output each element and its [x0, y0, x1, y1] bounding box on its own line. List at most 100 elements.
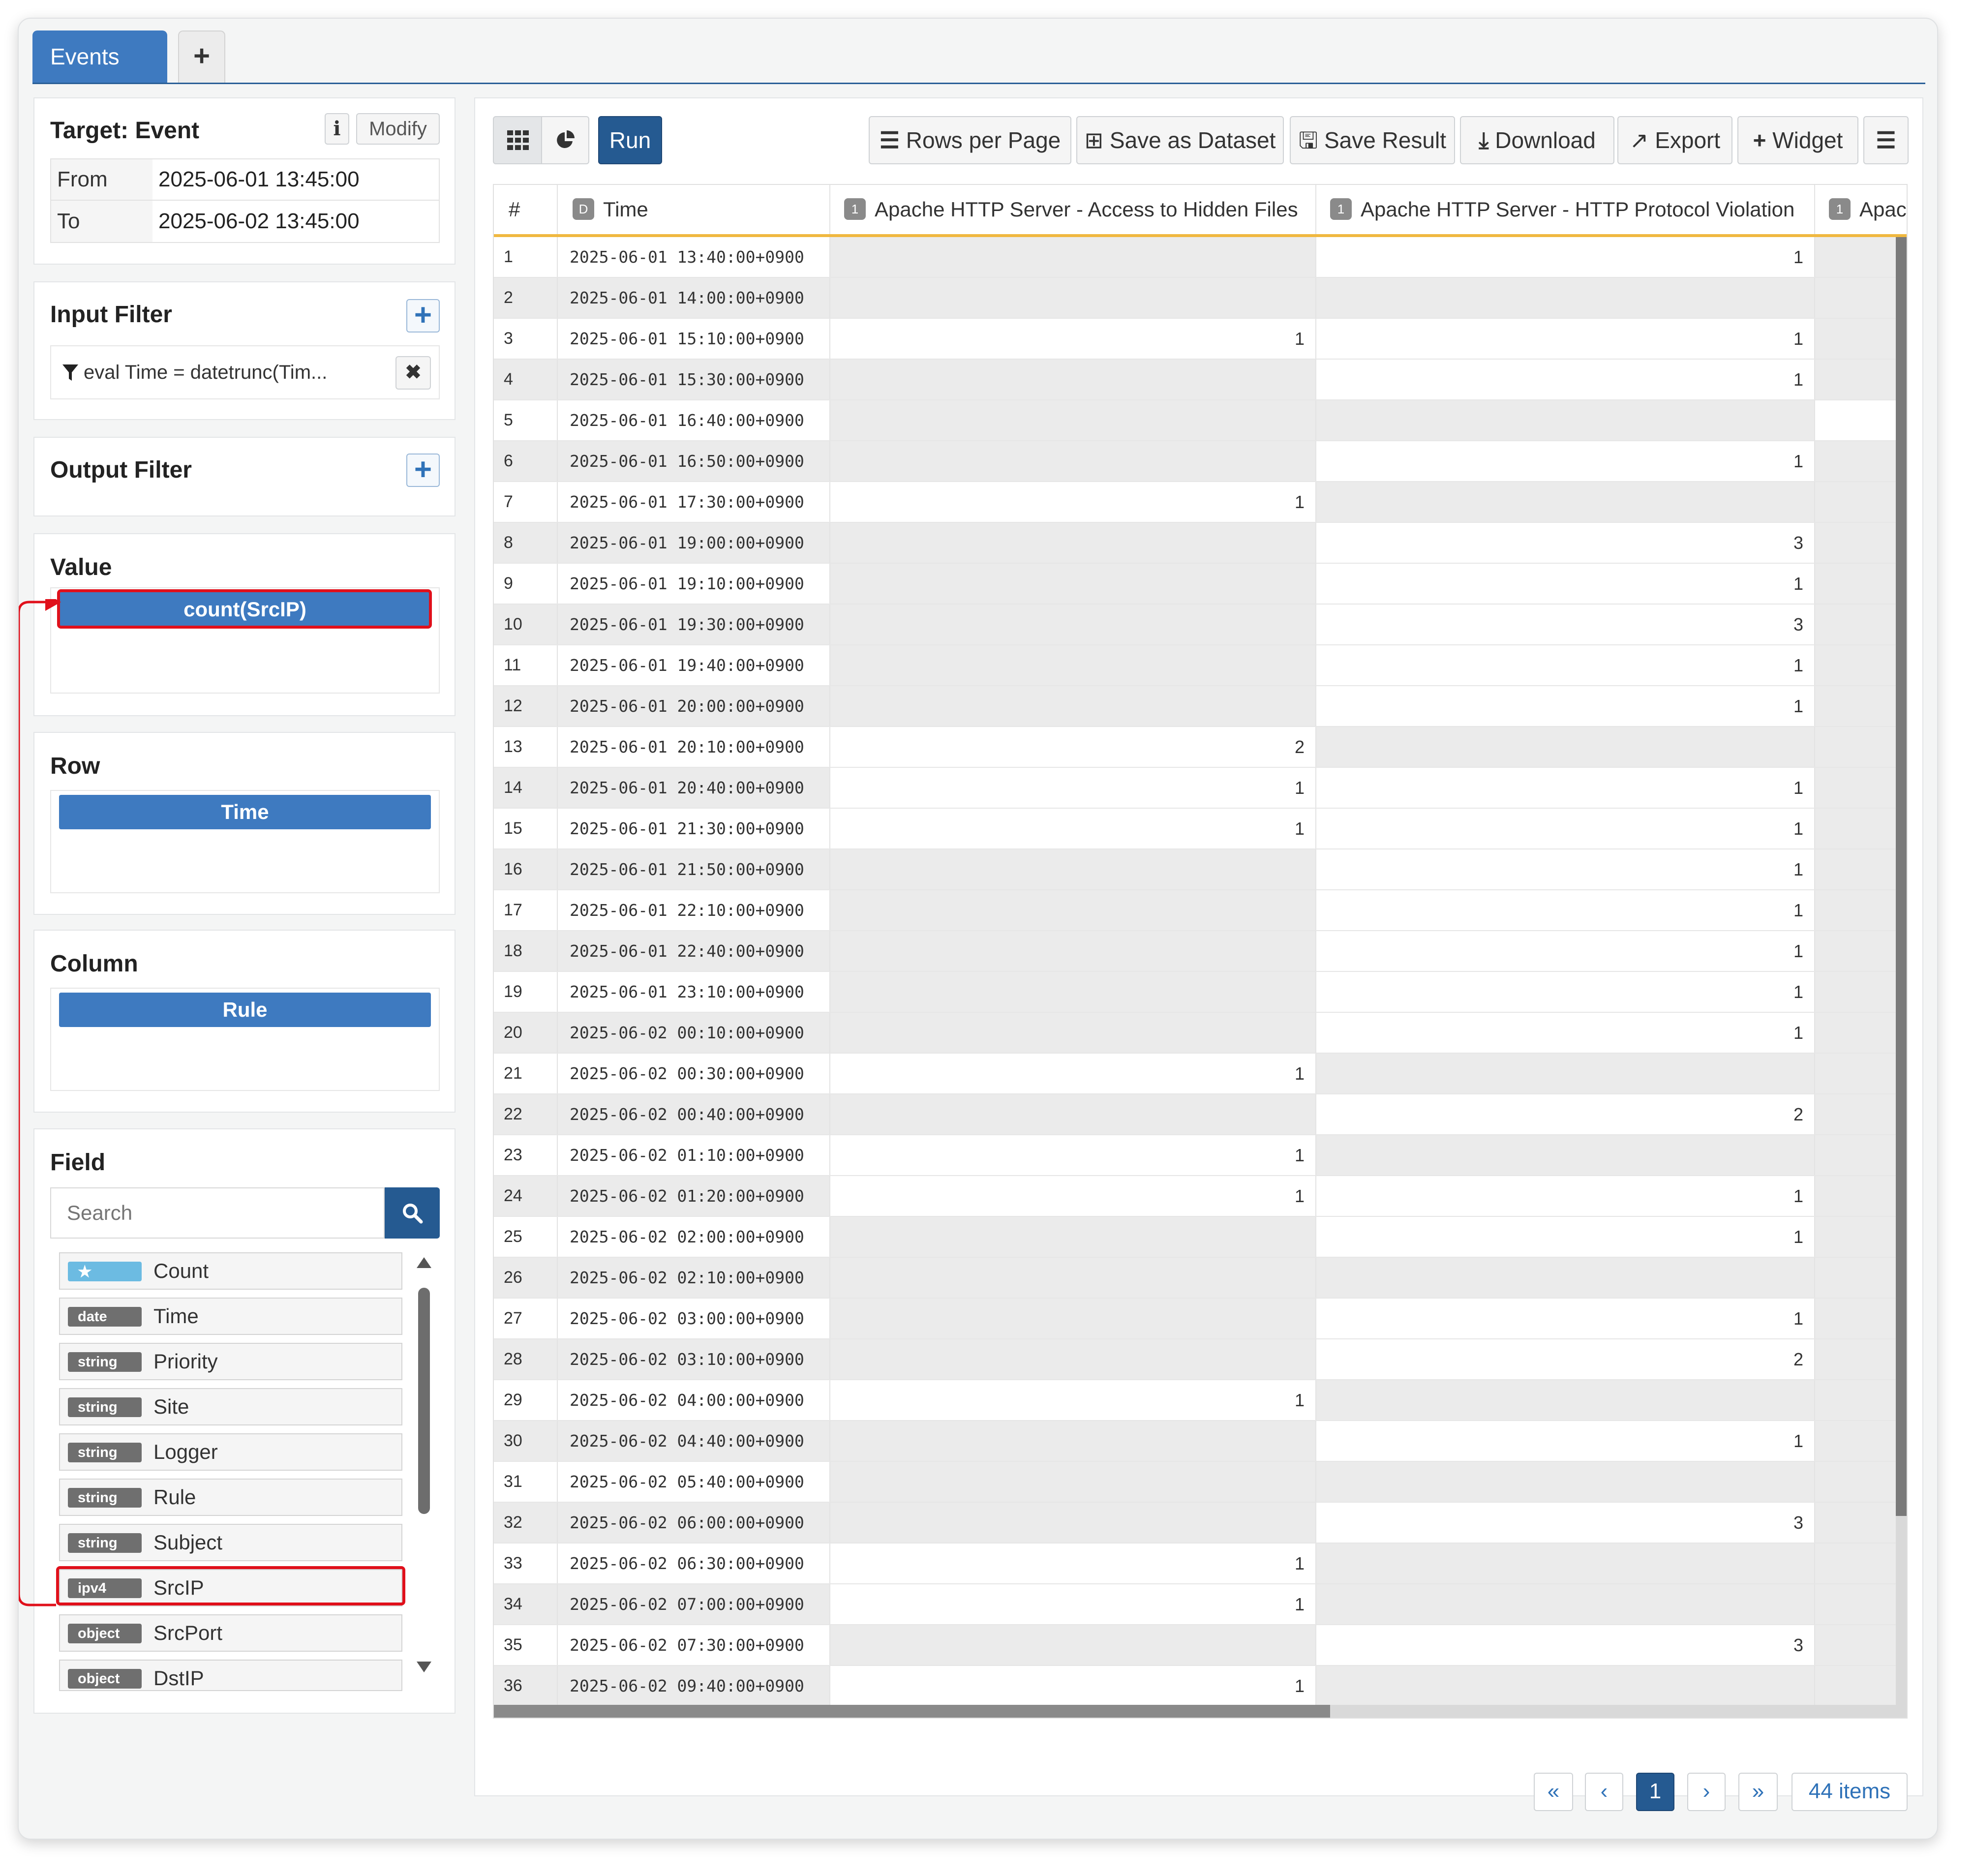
- field-name: Site: [153, 1395, 189, 1418]
- table-row[interactable]: 13 2025-06-01 20:10:00+0900 2: [494, 727, 1907, 768]
- table-row[interactable]: 22 2025-06-02 00:40:00+0900 2: [494, 1094, 1907, 1135]
- number-type-icon: 1: [1829, 198, 1851, 220]
- table-row[interactable]: 35 2025-06-02 07:30:00+0900 3: [494, 1625, 1907, 1666]
- table-row[interactable]: 18 2025-06-01 22:40:00+0900 1: [494, 931, 1907, 972]
- row-index-cell: 14: [494, 768, 558, 808]
- add-tab-button[interactable]: +: [178, 30, 225, 83]
- column-settings-button[interactable]: ☰: [1863, 116, 1909, 164]
- table-scroll-thumb[interactable]: [1896, 237, 1907, 1516]
- row-index-cell: 8: [494, 523, 558, 563]
- table-row[interactable]: 28 2025-06-02 03:10:00+0900 2: [494, 1339, 1907, 1380]
- row-panel: Row Time: [33, 732, 456, 915]
- protocol-violation-count-cell: [1316, 1054, 1815, 1093]
- table-row[interactable]: 19 2025-06-01 23:10:00+0900 1: [494, 972, 1907, 1013]
- truncated-column-cell: [1815, 482, 1907, 522]
- table-row[interactable]: 36 2025-06-02 09:40:00+0900 1: [494, 1666, 1907, 1707]
- hidden-files-count-cell: [830, 890, 1316, 930]
- table-row[interactable]: 21 2025-06-02 00:30:00+0900 1: [494, 1054, 1907, 1094]
- table-row[interactable]: 29 2025-06-02 04:00:00+0900 1: [494, 1380, 1907, 1421]
- column-header-time[interactable]: D Time: [558, 185, 830, 234]
- table-row[interactable]: 6 2025-06-01 16:50:00+0900 1: [494, 441, 1907, 482]
- table-row[interactable]: 10 2025-06-01 19:30:00+0900 3: [494, 605, 1907, 645]
- info-button[interactable]: i: [325, 113, 349, 145]
- rows-per-page-button[interactable]: ☰ Rows per Page: [869, 116, 1071, 164]
- table-row[interactable]: 17 2025-06-01 22:10:00+0900 1: [494, 890, 1907, 931]
- row-index-cell: 21: [494, 1054, 558, 1093]
- field-item-logger[interactable]: string Logger: [59, 1433, 402, 1471]
- table-row[interactable]: 27 2025-06-02 03:00:00+0900 1: [494, 1299, 1907, 1339]
- table-row[interactable]: 8 2025-06-01 19:00:00+0900 3: [494, 523, 1907, 564]
- table-row[interactable]: 34 2025-06-02 07:00:00+0900 1: [494, 1584, 1907, 1625]
- field-item-count[interactable]: ★ Count: [59, 1252, 402, 1290]
- grid-view-button[interactable]: [493, 116, 542, 164]
- prev-page-button[interactable]: ‹: [1585, 1773, 1623, 1811]
- table-row[interactable]: 24 2025-06-02 01:20:00+0900 1 1: [494, 1176, 1907, 1217]
- save-result-button[interactable]: 🖫 Save Result: [1290, 116, 1455, 164]
- table-row[interactable]: 11 2025-06-01 19:40:00+0900 1: [494, 645, 1907, 686]
- field-search-button[interactable]: [385, 1187, 440, 1239]
- tab-events[interactable]: Events: [32, 30, 167, 83]
- table-vertical-scrollbar[interactable]: [1896, 237, 1907, 1708]
- save-as-dataset-button[interactable]: ⊞ Save as Dataset: [1076, 116, 1284, 164]
- last-page-button[interactable]: »: [1738, 1773, 1778, 1811]
- table-row[interactable]: 9 2025-06-01 19:10:00+0900 1: [494, 564, 1907, 605]
- table-row[interactable]: 3 2025-06-01 15:10:00+0900 1 1: [494, 319, 1907, 360]
- download-button[interactable]: ⤓ Download: [1460, 116, 1614, 164]
- widget-button[interactable]: + Widget: [1737, 116, 1858, 164]
- table-row[interactable]: 2 2025-06-01 14:00:00+0900: [494, 278, 1907, 319]
- field-item-time[interactable]: date Time: [59, 1298, 402, 1335]
- table-row[interactable]: 20 2025-06-02 00:10:00+0900 1: [494, 1013, 1907, 1054]
- table-row[interactable]: 23 2025-06-02 01:10:00+0900 1: [494, 1135, 1907, 1176]
- hidden-files-count-cell: [830, 849, 1316, 889]
- field-item-site[interactable]: string Site: [59, 1388, 402, 1425]
- field-item-srcport[interactable]: object SrcPort: [59, 1614, 402, 1652]
- table-row[interactable]: 31 2025-06-02 05:40:00+0900: [494, 1462, 1907, 1503]
- table-row[interactable]: 5 2025-06-01 16:40:00+0900: [494, 400, 1907, 441]
- first-page-button[interactable]: «: [1534, 1773, 1573, 1811]
- table-row[interactable]: 25 2025-06-02 02:00:00+0900 1: [494, 1217, 1907, 1258]
- column-chip[interactable]: Rule: [59, 993, 431, 1027]
- table-row[interactable]: 15 2025-06-01 21:30:00+0900 1 1: [494, 809, 1907, 849]
- add-input-filter-button[interactable]: +: [406, 299, 440, 333]
- remove-filter-button[interactable]: ✖: [395, 356, 431, 390]
- row-index-cell: 12: [494, 686, 558, 726]
- table-row[interactable]: 12 2025-06-01 20:00:00+0900 1: [494, 686, 1907, 727]
- field-search-input[interactable]: [50, 1187, 385, 1239]
- add-output-filter-button[interactable]: +: [406, 454, 440, 487]
- filter-item[interactable]: eval Time = datetrunc(Tim... ✖: [50, 345, 440, 399]
- truncated-column-cell: [1815, 1135, 1907, 1175]
- field-item-dstip[interactable]: object DstIP: [59, 1660, 402, 1691]
- row-chip[interactable]: Time: [59, 795, 431, 829]
- table-row[interactable]: 14 2025-06-01 20:40:00+0900 1 1: [494, 768, 1907, 809]
- table-row[interactable]: 4 2025-06-01 15:30:00+0900 1: [494, 360, 1907, 400]
- table-row[interactable]: 32 2025-06-02 06:00:00+0900 3: [494, 1503, 1907, 1543]
- field-item-priority[interactable]: string Priority: [59, 1343, 402, 1380]
- next-page-button[interactable]: ›: [1687, 1773, 1726, 1811]
- download-label: Download: [1495, 127, 1596, 153]
- table-row[interactable]: 1 2025-06-01 13:40:00+0900 1: [494, 237, 1907, 278]
- export-button[interactable]: ↗ Export: [1617, 116, 1732, 164]
- column-header-truncated[interactable]: 1 Apac: [1815, 185, 1907, 234]
- hidden-files-count-cell: [830, 564, 1316, 604]
- table-horizontal-scrollbar[interactable]: [494, 1705, 1907, 1718]
- table-row[interactable]: 33 2025-06-02 06:30:00+0900 1: [494, 1543, 1907, 1584]
- column-header-hidden-files[interactable]: 1 Apache HTTP Server - Access to Hidden F…: [830, 185, 1316, 234]
- table-row[interactable]: 16 2025-06-01 21:50:00+0900 1: [494, 849, 1907, 890]
- field-item-rule[interactable]: string Rule: [59, 1479, 402, 1516]
- table-row[interactable]: 26 2025-06-02 02:10:00+0900: [494, 1258, 1907, 1299]
- table-hscroll-thumb[interactable]: [494, 1705, 1330, 1718]
- time-cell: 2025-06-02 00:40:00+0900: [558, 1094, 830, 1134]
- table-row[interactable]: 30 2025-06-02 04:40:00+0900 1: [494, 1421, 1907, 1462]
- hidden-files-count-cell: [830, 1462, 1316, 1502]
- column-header-protocol-violation[interactable]: 1 Apache HTTP Server - HTTP Protocol Viol…: [1316, 185, 1815, 234]
- table-row[interactable]: 7 2025-06-01 17:30:00+0900 1: [494, 482, 1907, 523]
- field-item-subject[interactable]: string Subject: [59, 1524, 402, 1561]
- run-button[interactable]: Run: [598, 116, 662, 164]
- current-page-button[interactable]: 1: [1636, 1773, 1674, 1811]
- chart-view-button[interactable]: [541, 116, 589, 164]
- time-cell: 2025-06-02 01:10:00+0900: [558, 1135, 830, 1175]
- field-list-scrollbar[interactable]: [414, 1252, 434, 1685]
- modify-button[interactable]: Modify: [356, 113, 440, 145]
- column-header-index[interactable]: #: [494, 185, 558, 234]
- scroll-thumb[interactable]: [418, 1288, 430, 1514]
